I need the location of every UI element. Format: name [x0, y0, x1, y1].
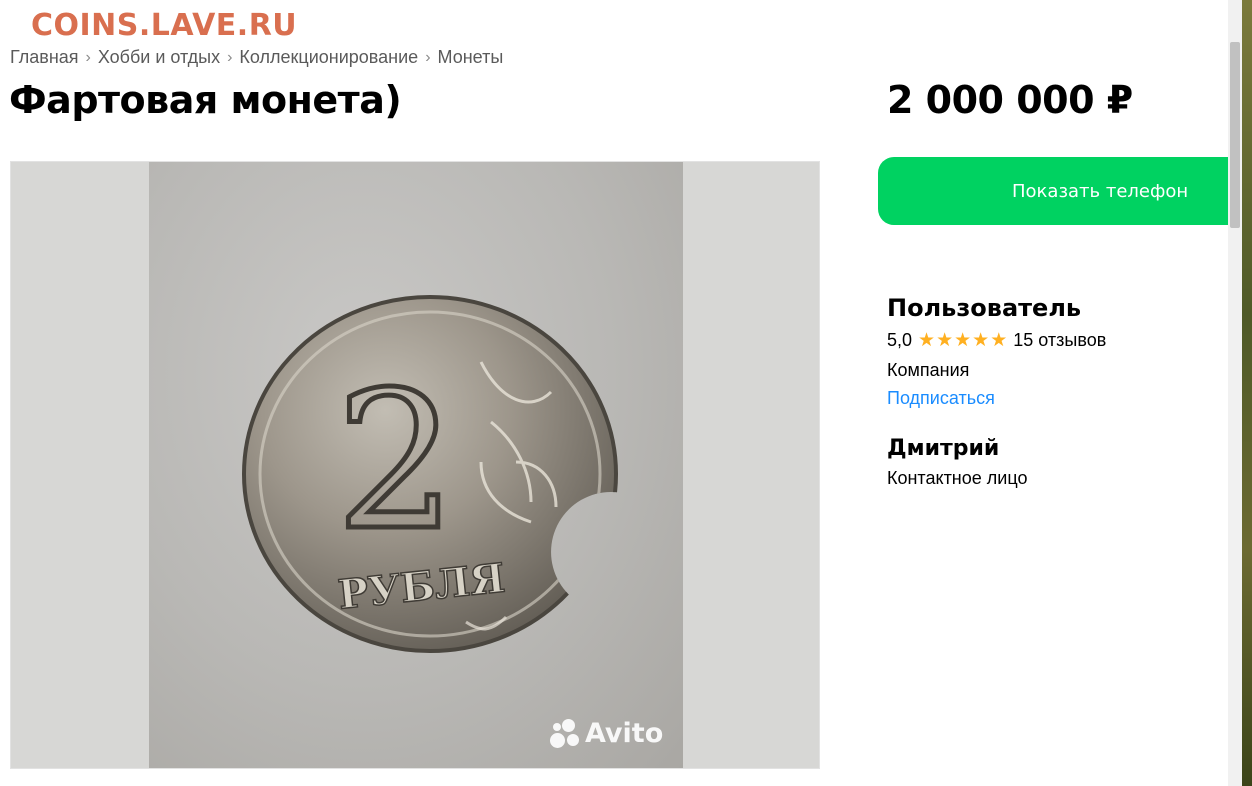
subscribe-link[interactable]: Подписаться	[887, 388, 995, 409]
avito-dots-icon	[548, 717, 582, 749]
contact-person: Дмитрий Контактное лицо	[887, 436, 1027, 489]
watermark-logo: COINS.LAVE.RU	[31, 8, 298, 43]
coin-denomination: 2	[336, 351, 457, 572]
rating-value: 5,0	[887, 330, 913, 350]
breadcrumb: Главная › Хобби и отдых › Коллекциониров…	[10, 47, 503, 68]
star-icon: ★	[954, 330, 972, 351]
star-icon: ★	[918, 330, 936, 351]
seller-card: Пользователь 5,0 ★ ★ ★ ★ ★ 15 отзывов Ко…	[887, 294, 1217, 409]
show-phone-button[interactable]: Показать телефон	[878, 157, 1238, 225]
reviews-link[interactable]: 15 отзывов	[1013, 330, 1106, 351]
breadcrumb-home[interactable]: Главная	[10, 47, 79, 68]
breadcrumb-coins[interactable]: Монеты	[438, 47, 504, 68]
contact-role: Контактное лицо	[887, 468, 1028, 488]
star-icon: ★	[972, 330, 990, 351]
chevron-right-icon: ›	[227, 48, 233, 66]
avito-brand: Avito	[585, 717, 664, 749]
price: 2 000 000 ₽	[887, 78, 1133, 122]
seller-name[interactable]: Пользователь	[887, 294, 1217, 322]
star-icon: ★	[936, 330, 954, 351]
breadcrumb-hobby[interactable]: Хобби и отдых	[98, 47, 220, 68]
chevron-right-icon: ›	[85, 48, 91, 66]
scrollbar-thumb[interactable]	[1230, 42, 1240, 228]
avito-logo: Avito	[548, 717, 663, 749]
photo-gallery[interactable]: 2 РУБЛЯ Avito	[10, 161, 820, 769]
background-edge	[1242, 0, 1252, 786]
contact-name: Дмитрий	[887, 436, 1000, 461]
breadcrumb-collecting[interactable]: Коллекционирование	[239, 47, 418, 68]
chevron-right-icon: ›	[425, 48, 431, 66]
star-icon: ★	[990, 330, 1008, 351]
seller-rating: 5,0 ★ ★ ★ ★ ★ 15 отзывов	[887, 330, 1217, 351]
coin-image: 2 РУБЛЯ	[242, 295, 618, 653]
page-title: Фартовая монета)	[9, 78, 402, 122]
seller-type: Компания	[887, 360, 970, 380]
rating-stars: ★ ★ ★ ★ ★	[918, 331, 1007, 350]
